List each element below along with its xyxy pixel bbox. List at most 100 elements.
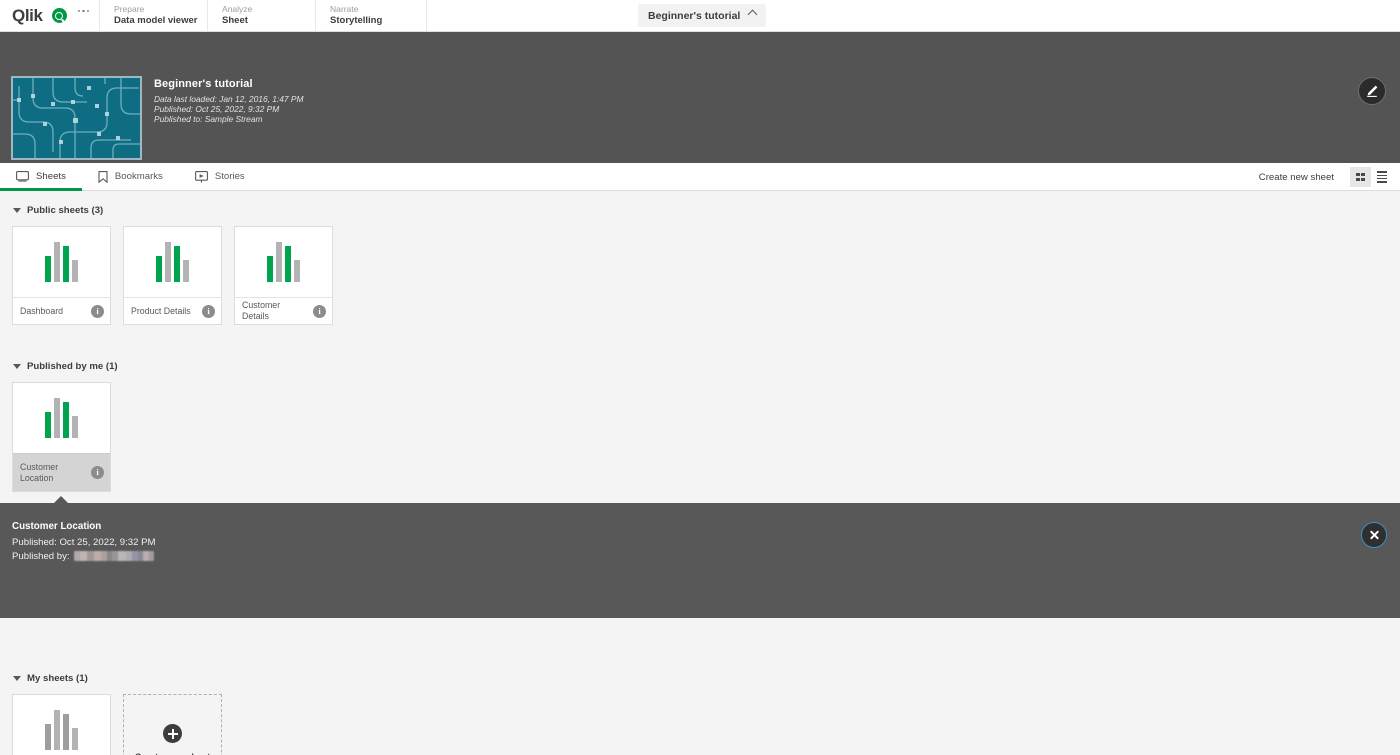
list-view-button[interactable] xyxy=(1371,167,1392,187)
card-row-public-sheets: Dashboard i Product Details i Customer D… xyxy=(0,217,1400,325)
sheet-card-product-details[interactable]: Product Details i xyxy=(123,226,222,325)
info-icon[interactable]: i xyxy=(313,304,326,318)
tab-stories[interactable]: Stories xyxy=(179,163,261,191)
ellipsis-icon[interactable] xyxy=(77,9,90,22)
bar-chart-thumbnail-gray xyxy=(13,695,110,755)
sheet-card-customer-location[interactable]: Customer Location i xyxy=(12,382,111,492)
list-view-icon xyxy=(1376,171,1387,183)
section-title-public-sheets: Public sheets (3) xyxy=(27,204,104,216)
tab-sheets[interactable]: Sheets xyxy=(0,163,82,191)
app-meta: Data last loaded: Jan 12, 2016, 1:47 PM … xyxy=(154,94,303,124)
nav-kicker-analyze: Analyze xyxy=(222,4,253,14)
create-new-sheet-card-label: Create new sheet xyxy=(135,751,211,755)
nav-section-analyze[interactable]: Analyze Sheet xyxy=(207,0,315,31)
section-header-my-sheets[interactable]: My sheets (1) xyxy=(0,659,1400,685)
app-thumbnail-circuit-pattern xyxy=(11,76,142,160)
bar-chart-bars xyxy=(266,242,301,282)
nav-section-narrate[interactable]: Narrate Storytelling xyxy=(315,0,426,31)
app-header-hero: Beginner's tutorial Data last loaded: Ja… xyxy=(0,32,1400,163)
caret-down-icon xyxy=(13,207,21,213)
bar-chart-bars xyxy=(44,398,79,438)
sheet-card-footer: Product Details i xyxy=(124,297,221,324)
section-my-sheets: My sheets (1) Private sheet - sample i xyxy=(0,659,1400,755)
close-icon xyxy=(1369,530,1380,541)
card-row-published-by-me: Customer Location i xyxy=(0,373,1400,492)
bar-chart-bars xyxy=(44,710,79,750)
nav-kicker-prepare: Prepare xyxy=(114,4,145,14)
content-tab-bar: Sheets Bookmarks Stories Create new shee… xyxy=(0,163,1400,191)
section-title-my-sheets: My sheets (1) xyxy=(27,672,88,684)
detail-panel-published-by-redacted-value xyxy=(73,551,154,562)
tab-label-sheets: Sheets xyxy=(36,171,66,182)
detail-panel-title: Customer Location xyxy=(12,521,102,532)
sheet-card-footer: Customer Details i xyxy=(235,297,332,324)
nav-label-sheet: Sheet xyxy=(222,15,248,26)
story-icon xyxy=(194,170,208,183)
grid-view-button[interactable] xyxy=(1350,167,1371,187)
sheet-card-label: Dashboard xyxy=(20,305,64,316)
info-icon[interactable]: i xyxy=(202,304,215,318)
nav-divider xyxy=(426,0,428,31)
panel-spacer xyxy=(0,618,1400,659)
create-new-sheet-card[interactable]: Create new sheet xyxy=(123,694,222,755)
app-meta-last-loaded: Data last loaded: Jan 12, 2016, 1:47 PM xyxy=(154,94,304,104)
info-icon[interactable]: i xyxy=(91,466,104,479)
bar-chart-thumbnail xyxy=(13,383,110,453)
sheet-card-label: Customer Details xyxy=(242,300,281,321)
sheet-card-label: Customer Location xyxy=(20,461,59,483)
detail-panel-published: Published: Oct 25, 2022, 9:32 PM xyxy=(12,537,156,548)
bar-chart-thumbnail xyxy=(235,227,332,297)
sheet-card-private-sheet-sample[interactable]: Private sheet - sample i xyxy=(12,694,111,755)
sheets-content-area: Public sheets (3) Dashboard i Product De… xyxy=(0,191,1400,755)
section-title-published-by-me: Published by me (1) xyxy=(27,360,118,372)
tab-label-bookmarks: Bookmarks xyxy=(114,171,163,182)
view-toggle-group xyxy=(1350,167,1392,187)
bar-chart-bars xyxy=(44,242,79,282)
top-navigation-bar: Qlik Prepare Data model viewer Analyze S… xyxy=(0,0,1400,32)
tab-bar-actions: Create new sheet xyxy=(1259,163,1392,191)
section-published-by-me: Published by me (1) Customer Location i xyxy=(0,325,1400,492)
sheet-card-footer: Customer Location i xyxy=(13,453,110,491)
nav-label-data-model-viewer: Data model viewer xyxy=(114,15,198,26)
app-meta-published: Published: Oct 25, 2022, 9:32 PM xyxy=(154,104,280,114)
nav-label-storytelling: Storytelling xyxy=(330,15,383,26)
edit-app-button[interactable] xyxy=(1358,77,1386,105)
qlik-wordmark: Qlik xyxy=(12,6,43,25)
caret-down-icon xyxy=(13,675,21,681)
detail-panel-published-by-label: Published by: xyxy=(12,550,70,562)
app-meta-published-to: Published to: Sample Stream xyxy=(154,114,263,124)
sheet-card-customer-details[interactable]: Customer Details i xyxy=(234,226,333,325)
logo-zone: Qlik xyxy=(0,0,99,31)
bar-chart-bars xyxy=(155,242,190,282)
caret-down-icon xyxy=(13,363,21,369)
sheet-card-dashboard[interactable]: Dashboard i xyxy=(12,226,111,325)
create-new-sheet-link[interactable]: Create new sheet xyxy=(1259,172,1350,183)
tab-label-stories: Stories xyxy=(214,171,245,182)
plus-circle-icon xyxy=(163,724,182,743)
section-header-published-by-me[interactable]: Published by me (1) xyxy=(0,347,1400,373)
app-title: Beginner's tutorial xyxy=(154,78,253,90)
app-selector-dropdown[interactable]: Beginner's tutorial xyxy=(638,4,767,27)
section-header-public-sheets[interactable]: Public sheets (3) xyxy=(0,191,1400,217)
app-selector-label: Beginner's tutorial xyxy=(648,9,741,22)
grid-view-icon xyxy=(1356,172,1365,182)
app-info: Beginner's tutorial Data last loaded: Ja… xyxy=(154,76,303,124)
nav-kicker-narrate: Narrate xyxy=(330,4,359,14)
sheet-card-label: Product Details xyxy=(131,305,191,316)
bar-chart-thumbnail xyxy=(13,227,110,297)
close-detail-panel-button[interactable] xyxy=(1361,522,1387,548)
chevron-up-icon xyxy=(747,9,758,19)
nav-section-prepare[interactable]: Prepare Data model viewer xyxy=(99,0,207,31)
detail-panel-published-by: Published by: xyxy=(0,550,1400,564)
card-row-my-sheets: Private sheet - sample i Create new shee… xyxy=(0,685,1400,755)
bar-chart-thumbnail xyxy=(124,227,221,297)
section-public-sheets: Public sheets (3) Dashboard i Product De… xyxy=(0,191,1400,325)
sheet-icon xyxy=(16,171,29,182)
detail-panel-caret xyxy=(54,496,68,503)
info-icon[interactable]: i xyxy=(91,304,104,318)
sheet-card-footer: Dashboard i xyxy=(13,297,110,324)
bookmark-icon xyxy=(98,170,108,183)
pencil-icon xyxy=(1365,84,1379,98)
qlik-magnifier-icon xyxy=(51,8,67,23)
tab-bookmarks[interactable]: Bookmarks xyxy=(82,163,179,191)
